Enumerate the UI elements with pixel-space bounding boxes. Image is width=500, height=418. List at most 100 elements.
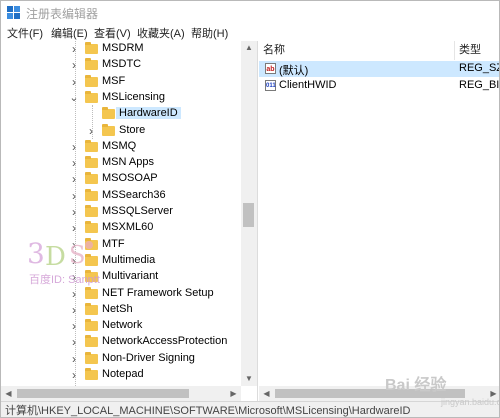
folder-icon (85, 188, 98, 201)
tree-item-label: MSF (102, 74, 126, 87)
tree-item-msxml60[interactable]: › MSXML60 (1, 220, 241, 236)
tree-item-msmq[interactable]: › MSMQ (1, 139, 241, 155)
tree-item-notepad[interactable]: › Notepad (1, 367, 241, 383)
chevron-right-icon[interactable]: › (69, 157, 79, 169)
scroll-left-arrow-icon[interactable]: ◀ (259, 386, 274, 401)
binary-value-icon: 011 (265, 80, 276, 91)
chevron-right-icon[interactable]: › (69, 76, 79, 88)
chevron-right-icon[interactable] (86, 109, 96, 119)
tree-item-msdtc[interactable]: › MSDTC (1, 57, 241, 73)
column-header-type[interactable]: 类型 (455, 41, 499, 60)
tree-item-label: Multimedia (102, 253, 156, 266)
scroll-left-arrow-icon[interactable]: ◀ (1, 386, 16, 401)
main-content: › MSDRM › MSDTC › MSF ⌄ MSLicensing HardwareID › S… (1, 41, 499, 401)
status-bar: 计算机\HKEY_LOCAL_MACHINE\SOFTWARE\Microsof… (1, 401, 499, 417)
folder-icon (85, 90, 98, 103)
tree-item-hardwareid[interactable]: HardwareID (1, 106, 241, 122)
chevron-right-icon[interactable]: › (69, 353, 79, 365)
folder-icon (85, 270, 98, 283)
tree-item-msn-apps[interactable]: › MSN Apps (1, 155, 241, 171)
chevron-right-icon[interactable]: › (86, 125, 96, 137)
chevron-right-icon[interactable]: › (69, 336, 79, 348)
tree-item-mssqlserver[interactable]: › MSSQLServer (1, 204, 241, 220)
chevron-right-icon[interactable]: › (69, 206, 79, 218)
chevron-right-icon[interactable]: › (69, 59, 79, 71)
tree-item-label: NetSh (102, 302, 133, 315)
menu-file[interactable]: 文件(F) (7, 25, 43, 41)
tree-item-label: MSXML60 (102, 221, 154, 234)
folder-icon (85, 253, 98, 266)
key-tree-pane: › MSDRM › MSDTC › MSF ⌄ MSLicensing HardwareID › S… (1, 41, 258, 401)
tree-item-store[interactable]: › Store (1, 123, 241, 139)
folder-icon (85, 42, 98, 54)
tree-item-multimedia[interactable]: › Multimedia (1, 253, 241, 269)
tree-item-netsh[interactable]: › NetSh (1, 302, 241, 318)
baidu-jingyan-url: jingyan.baidu.com (441, 397, 499, 407)
title-bar: 注册表编辑器 (1, 1, 499, 23)
tree-item-label: MSDRM (102, 42, 144, 54)
tree-item-msosoap[interactable]: › MSOSOAP (1, 171, 241, 187)
value-row-clienthwid[interactable]: 011 ClientHWID REG_BI (259, 78, 499, 94)
baidu-jingyan-logo: Bai 经验 (385, 377, 447, 394)
tree-item-label: MSOSOAP (102, 172, 158, 185)
chevron-right-icon[interactable]: › (69, 320, 79, 332)
chevron-right-icon[interactable]: › (69, 271, 79, 283)
window-title: 注册表编辑器 (26, 7, 99, 21)
tree-vertical-scrollbar[interactable]: ▲ ▼ (241, 41, 257, 386)
tree-horizontal-scrollbar[interactable]: ◀ ▶ (1, 386, 241, 401)
folder-icon (102, 123, 115, 136)
value-row-default[interactable]: ab (默认) REG_SZ (259, 61, 499, 77)
tree-item-net-framework-setup[interactable]: › NET Framework Setup (1, 286, 241, 302)
chevron-right-icon[interactable]: › (69, 255, 79, 267)
tree-item-label: NET Framework Setup (102, 286, 214, 299)
tree-item-networkaccessprotection[interactable]: › NetworkAccessProtection (1, 334, 241, 350)
menu-favorites[interactable]: 收藏夹(A) (137, 25, 185, 41)
menu-help[interactable]: 帮助(H) (191, 25, 228, 41)
folder-icon (85, 221, 98, 234)
tree-item-msdrm[interactable]: › MSDRM (1, 41, 241, 57)
folder-icon (85, 58, 98, 71)
chevron-right-icon[interactable]: › (69, 43, 79, 55)
chevron-right-icon[interactable]: › (69, 369, 79, 381)
value-name: (默认) (279, 65, 309, 77)
chevron-right-icon[interactable]: › (69, 239, 79, 251)
tree-horizontal-scroll-thumb[interactable] (17, 389, 189, 398)
folder-icon (85, 74, 98, 87)
folder-icon (85, 172, 98, 185)
scroll-down-arrow-icon[interactable]: ▼ (241, 372, 257, 386)
tree-vertical-scroll-thumb[interactable] (243, 203, 254, 227)
tree-item-mtf[interactable]: › MTF (1, 237, 241, 253)
tree-item-non-driver-signing[interactable]: › Non-Driver Signing (1, 351, 241, 367)
chevron-right-icon[interactable]: › (69, 173, 79, 185)
chevron-right-icon[interactable]: › (69, 222, 79, 234)
tree-item-label: MSMQ (102, 139, 137, 152)
tree-item-label: Network (102, 319, 143, 332)
tree-item-label: Non-Driver Signing (102, 351, 195, 364)
folder-icon (85, 237, 98, 250)
column-header-name[interactable]: 名称 (259, 41, 455, 60)
value-name: ClientHWID (279, 79, 337, 91)
menu-bar: 文件(F) 编辑(E) 查看(V) 收藏夹(A) 帮助(H) (1, 23, 499, 40)
folder-icon (85, 139, 98, 152)
scroll-right-arrow-icon[interactable]: ▶ (226, 386, 241, 401)
tree-item-label: MSDTC (102, 58, 142, 71)
tree-item-mslicensing[interactable]: ⌄ MSLicensing (1, 90, 241, 106)
tree-item-multivariant[interactable]: › Multivariant (1, 269, 241, 285)
scroll-up-arrow-icon[interactable]: ▲ (241, 41, 257, 55)
chevron-down-icon[interactable]: ⌄ (69, 92, 79, 103)
chevron-right-icon[interactable]: › (69, 190, 79, 202)
tree-item-msf[interactable]: › MSF (1, 74, 241, 90)
registry-editor-icon (7, 6, 20, 19)
tree-item-network[interactable]: › Network (1, 318, 241, 334)
tree-item-label: MSLicensing (102, 90, 165, 103)
tree-item-label: Multivariant (102, 270, 159, 283)
tree-item-mssearch36[interactable]: › MSSearch36 (1, 188, 241, 204)
chevron-right-icon[interactable]: › (69, 304, 79, 316)
chevron-right-icon[interactable]: › (69, 288, 79, 300)
tree-item-label: MSN Apps (102, 156, 154, 169)
menu-view[interactable]: 查看(V) (94, 25, 131, 41)
tree-item-label: HardwareID (116, 107, 181, 120)
chevron-right-icon[interactable]: › (69, 141, 79, 153)
menu-edit[interactable]: 编辑(E) (51, 25, 88, 41)
folder-icon (85, 368, 98, 380)
